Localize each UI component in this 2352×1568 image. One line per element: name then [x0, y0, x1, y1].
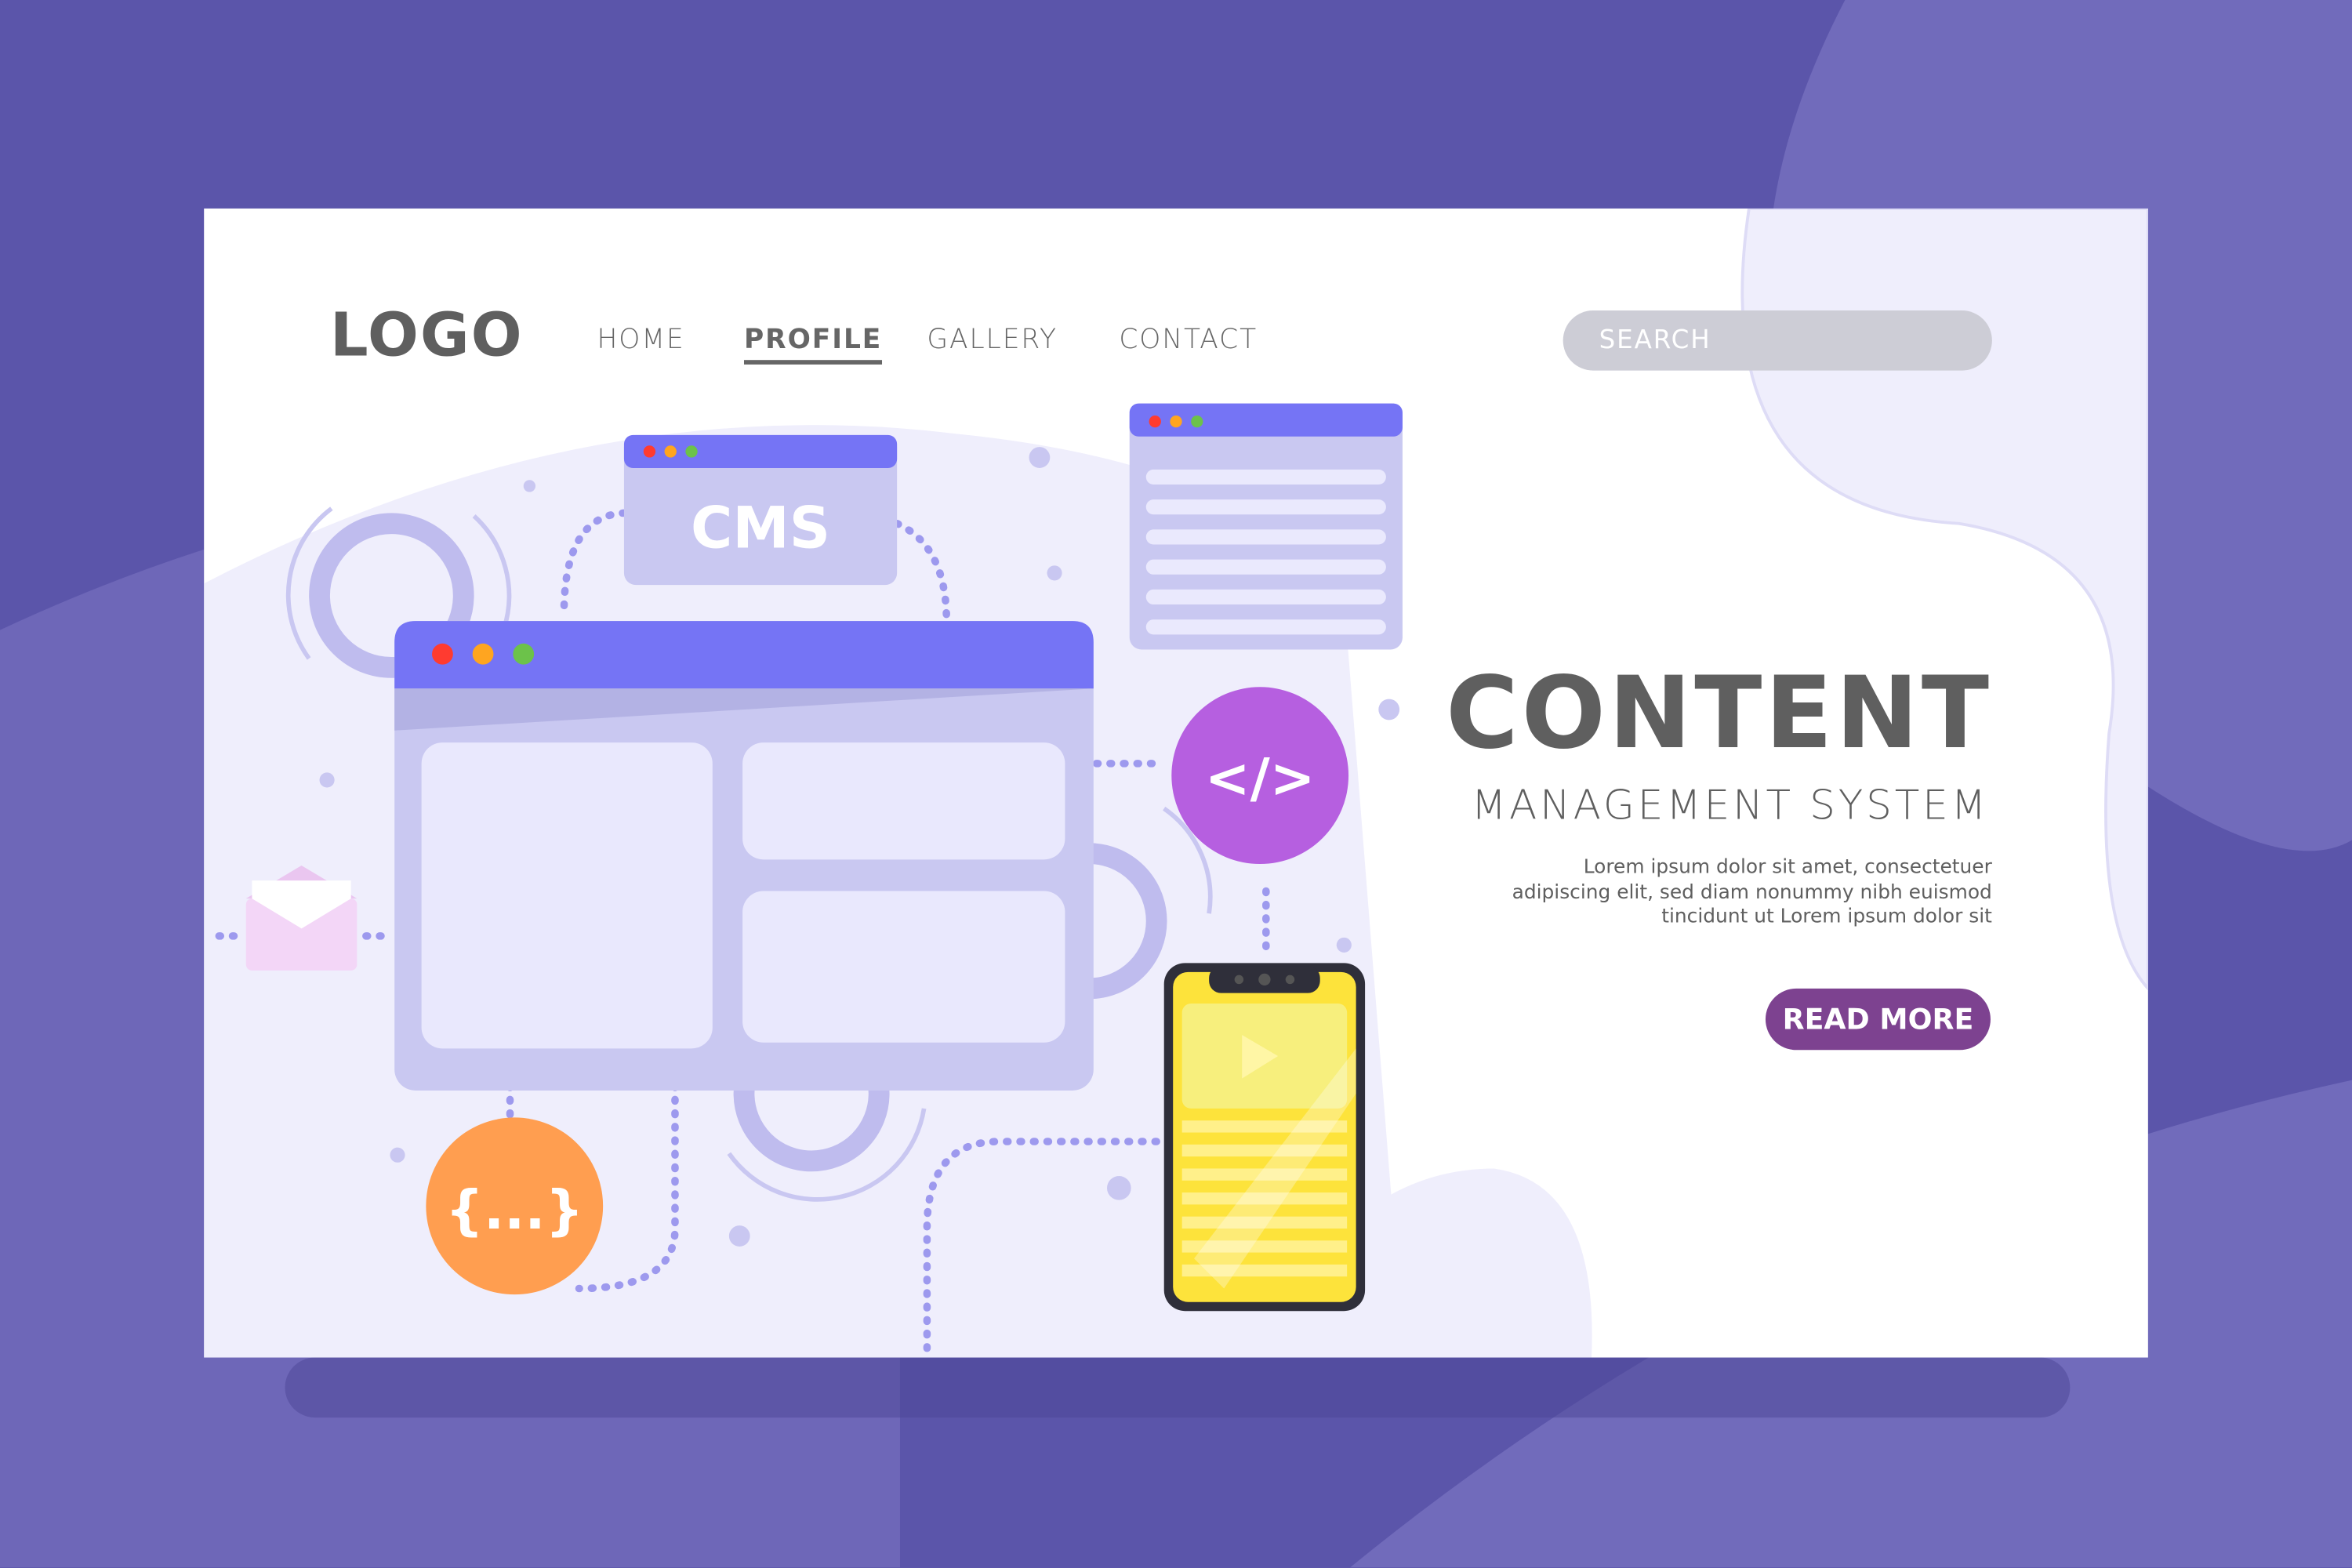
phone-icon — [1163, 963, 1366, 1312]
hero-body: Lorem ipsum dolor sit amet, consectetuer… — [1512, 856, 1992, 929]
main-window — [394, 621, 1094, 1091]
cms-label: CMS — [691, 495, 830, 561]
search-input[interactable] — [1563, 310, 1992, 371]
nav-home[interactable]: HOME — [597, 324, 684, 355]
hero-subtitle: MANAGEMENT SYSTEM — [1471, 782, 1990, 830]
nav-profile[interactable]: PROFILE — [743, 324, 883, 365]
read-more-button[interactable]: READ MORE — [1765, 988, 1991, 1051]
envelope-icon — [245, 865, 358, 971]
nav-contact[interactable]: CONTACT — [1119, 324, 1258, 355]
landing-card: CMS </> {...} LOGO HOME PROFILE GALLERY … — [204, 208, 2148, 1358]
svg-text:{...}: {...} — [445, 1179, 584, 1242]
logo[interactable]: LOGO — [330, 302, 524, 371]
hero-title: CONTENT — [1446, 655, 1992, 771]
nav-gallery[interactable]: GALLERY — [927, 324, 1058, 355]
list-window — [1129, 403, 1403, 650]
svg-text:</>: </> — [1205, 747, 1316, 810]
